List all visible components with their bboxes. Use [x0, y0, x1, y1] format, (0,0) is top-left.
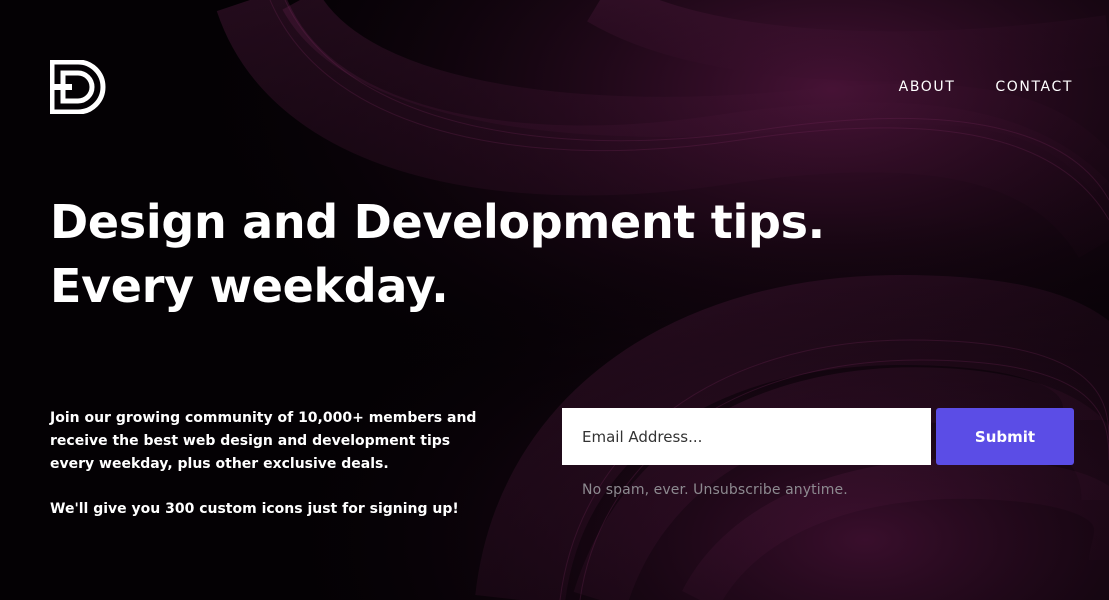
headline-line-2: Every weekday. [50, 259, 449, 313]
email-input[interactable] [562, 408, 931, 465]
d-letter-logo-icon[interactable] [50, 60, 106, 114]
nav-about-link[interactable]: ABOUT [899, 79, 956, 95]
main-nav: ABOUT CONTACT [899, 79, 1073, 95]
headline-line-1: Design and Development tips. [50, 195, 825, 249]
signup-form: Submit [562, 408, 1074, 465]
intro-blurb: Join our growing community of 10,000+ me… [50, 407, 490, 521]
blurb-paragraph-community: Join our growing community of 10,000+ me… [50, 410, 477, 472]
hero-section: ABOUT CONTACT Design and Development tip… [0, 0, 1109, 600]
submit-button[interactable]: Submit [936, 408, 1074, 465]
nav-contact-link[interactable]: CONTACT [995, 79, 1073, 95]
page-headline: Design and Development tips. Every weekd… [50, 190, 950, 318]
blurb-paragraph-icons-offer: We'll give you 300 custom icons just for… [50, 501, 459, 517]
no-spam-note: No spam, ever. Unsubscribe anytime. [582, 482, 848, 498]
